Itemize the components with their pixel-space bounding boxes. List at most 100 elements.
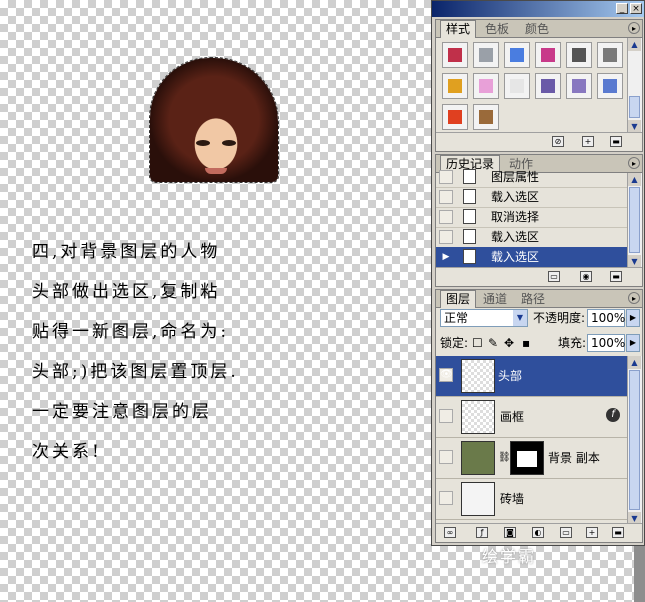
- tab-color[interactable]: 颜色: [520, 21, 554, 37]
- styles-tabs: 样式 色板 颜色 ▸: [436, 20, 642, 38]
- close-button[interactable]: ×: [630, 3, 642, 14]
- layer-row[interactable]: ⛓ 背景 副本: [436, 438, 628, 479]
- new-document-from-state-icon[interactable]: ▭: [548, 271, 560, 282]
- dark-bevel-style-icon[interactable]: [566, 42, 592, 68]
- blend-mode-select[interactable]: 正常 ▼: [440, 309, 528, 327]
- lock-transparency-icon[interactable]: ☐: [472, 334, 483, 352]
- lock-label: 锁定:: [440, 336, 469, 350]
- layer-mask-thumbnail[interactable]: [510, 441, 544, 475]
- text-line: 头部;)把该图层置顶层.: [32, 362, 239, 382]
- history-item[interactable]: 载入选区: [436, 187, 628, 208]
- plain-style-icon[interactable]: [504, 73, 530, 99]
- layer-name[interactable]: 背景 副本: [548, 450, 600, 466]
- tab-channels[interactable]: 通道: [478, 291, 512, 307]
- delete-state-icon[interactable]: ▬: [610, 271, 622, 282]
- opacity-slider-arrow-icon[interactable]: ▶: [626, 309, 640, 327]
- layer-name[interactable]: 砖墙: [500, 491, 524, 507]
- portrait-selection[interactable]: [149, 57, 279, 183]
- yellow-frame-style-icon[interactable]: [442, 73, 468, 99]
- layers-scrollbar[interactable]: ▲ ▼: [627, 356, 642, 526]
- panel-menu-icon[interactable]: ▸: [628, 292, 640, 304]
- tab-paths[interactable]: 路径: [516, 291, 550, 307]
- new-adjustment-layer-icon[interactable]: ◐: [532, 527, 544, 538]
- scroll-up-icon[interactable]: ▲: [628, 173, 641, 186]
- opacity-label: 不透明度:: [533, 311, 586, 325]
- history-source-box[interactable]: [439, 230, 453, 244]
- styles-scrollbar[interactable]: ▲ ▼: [627, 38, 642, 134]
- fill-input[interactable]: 100%: [587, 334, 625, 352]
- pink-style-icon[interactable]: [473, 73, 499, 99]
- panel-menu-icon[interactable]: ▸: [628, 157, 640, 169]
- pinwheel-style-icon[interactable]: [535, 42, 561, 68]
- layer-row-selected[interactable]: 👁 头部: [436, 356, 628, 397]
- eye-icon[interactable]: 👁: [439, 368, 453, 382]
- mask-shape: [517, 451, 537, 467]
- chrome-bevel-style-icon[interactable]: [597, 42, 623, 68]
- swatch-fill: [448, 110, 462, 124]
- swatch-fill: [479, 48, 493, 62]
- scroll-thumb[interactable]: [629, 187, 640, 253]
- add-mask-icon[interactable]: ◙: [504, 527, 516, 538]
- opacity-input[interactable]: 100%: [587, 309, 625, 327]
- lock-pixels-icon[interactable]: ✎: [488, 334, 498, 352]
- history-item-label: 图层属性: [491, 170, 540, 184]
- visibility-toggle[interactable]: [439, 409, 453, 423]
- palette-titlebar[interactable]: _ ×: [432, 1, 644, 17]
- fire-gradient-style-icon[interactable]: [442, 104, 468, 130]
- wood-texture-style-icon[interactable]: [473, 104, 499, 130]
- clear-style-icon[interactable]: ⊘: [552, 136, 564, 147]
- layer-name[interactable]: 画框: [500, 409, 524, 425]
- frame-style-icon[interactable]: [442, 42, 468, 68]
- blend-mode-value: 正常: [444, 311, 469, 325]
- history-pointer-icon[interactable]: ▶: [439, 250, 453, 264]
- history-source-box[interactable]: [439, 210, 453, 224]
- tab-styles[interactable]: 样式: [440, 20, 477, 38]
- delete-style-icon[interactable]: ▬: [610, 136, 622, 147]
- visibility-toggle[interactable]: [439, 450, 453, 464]
- add-layer-style-icon[interactable]: ƒ: [476, 527, 488, 538]
- mouth-graphic: [205, 168, 227, 174]
- lock-position-icon[interactable]: ✥: [504, 334, 514, 352]
- link-layers-icon[interactable]: ∞: [444, 527, 456, 538]
- history-item-selected[interactable]: ▶ 载入选区: [436, 247, 628, 268]
- tab-swatches[interactable]: 色板: [480, 21, 514, 37]
- layer-name[interactable]: 头部: [498, 368, 522, 384]
- chevron-down-icon[interactable]: ▼: [513, 310, 527, 326]
- history-scrollbar[interactable]: ▲ ▼: [627, 173, 642, 269]
- blue-glass-style-icon[interactable]: [597, 73, 623, 99]
- scroll-up-icon[interactable]: ▲: [628, 356, 641, 369]
- lilac-bevel-style-icon[interactable]: [566, 73, 592, 99]
- delete-layer-icon[interactable]: ▬: [612, 527, 624, 538]
- history-state-icon: [463, 209, 476, 224]
- history-item-label: 载入选区: [491, 250, 540, 264]
- layer-effects-icon[interactable]: f: [606, 408, 620, 422]
- rainbow-style-icon[interactable]: [504, 42, 530, 68]
- right-eye-graphic: [222, 140, 236, 146]
- scroll-up-icon[interactable]: ▲: [628, 38, 641, 51]
- history-item[interactable]: 图层属性: [436, 167, 628, 188]
- lock-all-icon[interactable]: ▪: [522, 334, 530, 352]
- purple-bevel-style-icon[interactable]: [535, 73, 561, 99]
- speckle-style-icon[interactable]: [473, 42, 499, 68]
- mask-link-icon[interactable]: ⛓: [498, 450, 511, 466]
- history-item[interactable]: 载入选区: [436, 227, 628, 248]
- history-item[interactable]: 取消选择: [436, 207, 628, 228]
- fill-slider-arrow-icon[interactable]: ▶: [626, 334, 640, 352]
- new-style-icon[interactable]: +: [582, 136, 594, 147]
- snapshot-icon[interactable]: ◉: [580, 271, 592, 282]
- layer-thumbnail: [461, 482, 495, 516]
- history-source-box[interactable]: [439, 170, 453, 184]
- tab-layers[interactable]: 图层: [440, 290, 477, 308]
- minimize-button[interactable]: _: [616, 3, 628, 14]
- layer-thumbnail: [461, 441, 495, 475]
- scroll-thumb[interactable]: [629, 370, 640, 510]
- layer-row[interactable]: 画框 f: [436, 397, 628, 438]
- visibility-toggle[interactable]: [439, 491, 453, 505]
- new-layer-icon[interactable]: +: [586, 527, 598, 538]
- layer-row[interactable]: 砖墙: [436, 479, 628, 520]
- panel-menu-icon[interactable]: ▸: [628, 22, 640, 34]
- new-group-icon[interactable]: ▭: [560, 527, 572, 538]
- scroll-thumb[interactable]: [629, 96, 640, 118]
- swatch-fill: [603, 79, 617, 93]
- history-source-box[interactable]: [439, 190, 453, 204]
